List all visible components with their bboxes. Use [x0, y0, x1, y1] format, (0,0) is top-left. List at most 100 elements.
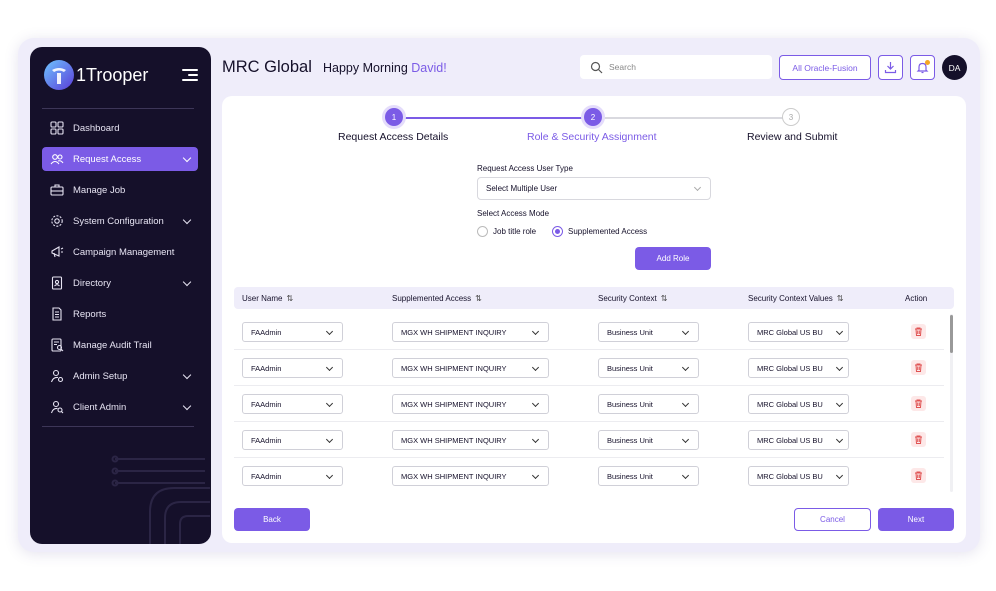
chevron-down-icon — [835, 399, 844, 408]
audit-icon — [50, 338, 64, 352]
trash-icon — [915, 435, 922, 444]
chevron-down-icon — [531, 399, 540, 408]
radio-supplemented-access[interactable]: Supplemented Access — [552, 226, 647, 237]
security-context-value-select[interactable]: MRC Global US BU — [748, 430, 849, 450]
greeting: Happy Morning David! — [323, 61, 447, 75]
table-row: FAAdmin MGX WH SHIPMENT INQUIRY Business… — [234, 314, 944, 350]
column-label: User Name — [242, 294, 283, 303]
table-header: User Name ⇅ Supplemented Access ⇅ Security… — [234, 287, 954, 309]
security-context-select[interactable]: Business Unit — [598, 430, 699, 450]
sort-icon[interactable]: ⇅ — [286, 294, 293, 303]
cell-value: FAAdmin — [251, 327, 282, 337]
chevron-down-icon — [835, 363, 844, 372]
download-button[interactable] — [878, 55, 903, 80]
delete-row-button[interactable] — [911, 360, 926, 375]
table-row: FAAdmin MGX WH SHIPMENT INQUIRY Business… — [234, 422, 944, 458]
column-header-security-context-values[interactable]: Security Context Values ⇅ — [748, 294, 843, 303]
sidebar-item-manage-job[interactable]: Manage Job — [42, 178, 198, 202]
chevron-down-icon — [693, 183, 702, 192]
step-3-label: Review and Submit — [747, 131, 838, 143]
next-button[interactable]: Next — [878, 508, 954, 531]
sidebar-item-directory[interactable]: Directory — [42, 271, 198, 295]
sidebar-item-label: Reports — [73, 308, 107, 320]
sidebar-item-label: Manage Job — [73, 184, 126, 196]
chevron-down-icon — [182, 370, 192, 380]
search-input[interactable] — [609, 62, 759, 72]
chevron-down-icon — [182, 153, 192, 163]
search-box[interactable] — [580, 55, 772, 79]
menu-toggle-icon[interactable] — [182, 69, 198, 81]
cell-value: MGX WH SHIPMENT INQUIRY — [401, 399, 507, 409]
sidebar-item-client-admin[interactable]: Client Admin — [42, 395, 198, 419]
security-context-value-select[interactable]: MRC Global US BU — [748, 466, 849, 486]
column-header-user-name[interactable]: User Name ⇅ — [242, 294, 293, 303]
add-role-button[interactable]: Add Role — [635, 247, 711, 270]
sidebar: 1Trooper Dashboard Request Access Manage… — [30, 47, 211, 544]
sidebar-item-dashboard[interactable]: Dashboard — [42, 116, 198, 140]
cell-value: MGX WH SHIPMENT INQUIRY — [401, 363, 507, 373]
column-header-supplemented-access[interactable]: Supplemented Access ⇅ — [392, 294, 482, 303]
sidebar-item-system-configuration[interactable]: System Configuration — [42, 209, 198, 233]
table-row: FAAdmin MGX WH SHIPMENT INQUIRY Business… — [234, 458, 944, 494]
sidebar-item-reports[interactable]: Reports — [42, 302, 198, 326]
security-context-select[interactable]: Business Unit — [598, 466, 699, 486]
cell-value: MRC Global US BU — [757, 435, 823, 445]
access-mode-label: Select Access Mode — [477, 209, 550, 218]
user-name-select[interactable]: FAAdmin — [242, 394, 343, 414]
notifications-button[interactable] — [910, 55, 935, 80]
sidebar-item-campaign-management[interactable]: Campaign Management — [42, 240, 198, 264]
user-name-select[interactable]: FAAdmin — [242, 466, 343, 486]
security-context-value-select[interactable]: MRC Global US BU — [748, 322, 849, 342]
delete-row-button[interactable] — [911, 396, 926, 411]
user-type-label: Request Access User Type — [477, 164, 573, 173]
table-scrollbar-thumb[interactable] — [950, 315, 953, 353]
supplemented-access-select[interactable]: MGX WH SHIPMENT INQUIRY — [392, 466, 549, 486]
sidebar-item-label: Campaign Management — [73, 246, 175, 258]
user-type-select[interactable]: Select Multiple User — [477, 177, 711, 200]
column-header-security-context[interactable]: Security Context ⇅ — [598, 294, 667, 303]
step-1-marker: 1 — [385, 108, 403, 126]
delete-row-button[interactable] — [911, 432, 926, 447]
radio-circle[interactable] — [477, 226, 488, 237]
sort-icon[interactable]: ⇅ — [475, 294, 482, 303]
sidebar-item-admin-setup[interactable]: Admin Setup — [42, 364, 198, 388]
security-context-select[interactable]: Business Unit — [598, 322, 699, 342]
cell-value: Business Unit — [607, 327, 653, 337]
delete-row-button[interactable] — [911, 468, 926, 483]
sidebar-item-label: Client Admin — [73, 401, 127, 413]
greeting-text: Happy Morning — [323, 61, 408, 75]
sidebar-divider — [42, 426, 194, 427]
notification-dot — [925, 60, 930, 65]
trash-icon — [915, 363, 922, 372]
security-context-value-select[interactable]: MRC Global US BU — [748, 358, 849, 378]
supplemented-access-select[interactable]: MGX WH SHIPMENT INQUIRY — [392, 322, 549, 342]
security-context-select[interactable]: Business Unit — [598, 394, 699, 414]
cell-value: Business Unit — [607, 435, 653, 445]
sort-icon[interactable]: ⇅ — [661, 294, 668, 303]
chevron-down-icon — [531, 363, 540, 372]
chevron-down-icon — [681, 327, 690, 336]
radio-job-title-role[interactable]: Job title role — [477, 226, 536, 237]
grid-icon — [50, 121, 64, 135]
security-context-select[interactable]: Business Unit — [598, 358, 699, 378]
supplemented-access-select[interactable]: MGX WH SHIPMENT INQUIRY — [392, 358, 549, 378]
delete-row-button[interactable] — [911, 324, 926, 339]
user-name-select[interactable]: FAAdmin — [242, 322, 343, 342]
avatar[interactable]: DA — [942, 55, 967, 80]
chevron-down-icon — [325, 471, 334, 480]
environment-selector-button[interactable]: All Oracle-Fusion — [779, 55, 871, 80]
step-1-label: Request Access Details — [338, 131, 449, 143]
user-name-select[interactable]: FAAdmin — [242, 430, 343, 450]
supplemented-access-select[interactable]: MGX WH SHIPMENT INQUIRY — [392, 394, 549, 414]
cell-value: MRC Global US BU — [757, 327, 823, 337]
sidebar-item-request-access[interactable]: Request Access — [42, 147, 198, 171]
back-button[interactable]: Back — [234, 508, 310, 531]
radio-circle[interactable] — [552, 226, 563, 237]
sort-icon[interactable]: ⇅ — [837, 294, 844, 303]
sidebar-item-manage-audit-trail[interactable]: Manage Audit Trail — [42, 333, 198, 357]
security-context-value-select[interactable]: MRC Global US BU — [748, 394, 849, 414]
user-gear-icon — [50, 369, 64, 383]
supplemented-access-select[interactable]: MGX WH SHIPMENT INQUIRY — [392, 430, 549, 450]
user-name-select[interactable]: FAAdmin — [242, 358, 343, 378]
cancel-button[interactable]: Cancel — [794, 508, 871, 531]
